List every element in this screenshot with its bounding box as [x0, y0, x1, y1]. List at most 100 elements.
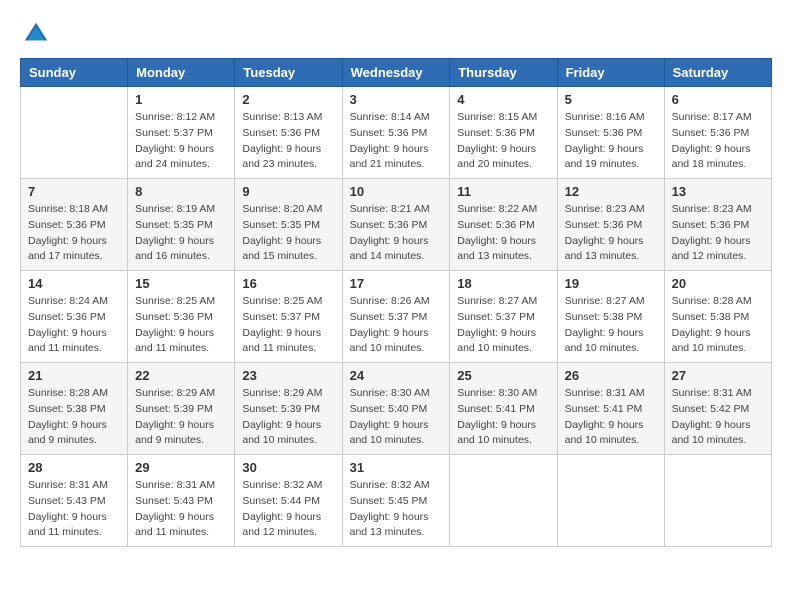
day-info: Sunrise: 8:19 AMSunset: 5:35 PMDaylight:…: [135, 202, 227, 265]
day-number: 18: [457, 276, 549, 291]
day-number: 13: [672, 184, 764, 199]
calendar-cell: 18 Sunrise: 8:27 AMSunset: 5:37 PMDaylig…: [450, 271, 557, 363]
day-info: Sunrise: 8:27 AMSunset: 5:37 PMDaylight:…: [457, 294, 549, 357]
calendar-cell: 23 Sunrise: 8:29 AMSunset: 5:39 PMDaylig…: [235, 363, 342, 455]
weekday-header: Friday: [557, 59, 664, 87]
day-number: 28: [28, 460, 120, 475]
calendar-cell: 14 Sunrise: 8:24 AMSunset: 5:36 PMDaylig…: [21, 271, 128, 363]
calendar-cell: 3 Sunrise: 8:14 AMSunset: 5:36 PMDayligh…: [342, 87, 450, 179]
calendar-cell: 20 Sunrise: 8:28 AMSunset: 5:38 PMDaylig…: [664, 271, 771, 363]
day-info: Sunrise: 8:23 AMSunset: 5:36 PMDaylight:…: [672, 202, 764, 265]
day-info: Sunrise: 8:26 AMSunset: 5:37 PMDaylight:…: [350, 294, 443, 357]
day-number: 22: [135, 368, 227, 383]
calendar-cell: 15 Sunrise: 8:25 AMSunset: 5:36 PMDaylig…: [128, 271, 235, 363]
day-info: Sunrise: 8:16 AMSunset: 5:36 PMDaylight:…: [565, 110, 657, 173]
calendar-cell: 25 Sunrise: 8:30 AMSunset: 5:41 PMDaylig…: [450, 363, 557, 455]
day-number: 29: [135, 460, 227, 475]
day-number: 5: [565, 92, 657, 107]
weekday-header: Sunday: [21, 59, 128, 87]
calendar-cell: 30 Sunrise: 8:32 AMSunset: 5:44 PMDaylig…: [235, 455, 342, 547]
day-number: 31: [350, 460, 443, 475]
weekday-header: Saturday: [664, 59, 771, 87]
day-info: Sunrise: 8:20 AMSunset: 5:35 PMDaylight:…: [242, 202, 334, 265]
calendar-cell: 11 Sunrise: 8:22 AMSunset: 5:36 PMDaylig…: [450, 179, 557, 271]
calendar-cell: 7 Sunrise: 8:18 AMSunset: 5:36 PMDayligh…: [21, 179, 128, 271]
day-number: 20: [672, 276, 764, 291]
day-number: 15: [135, 276, 227, 291]
day-info: Sunrise: 8:31 AMSunset: 5:43 PMDaylight:…: [135, 478, 227, 541]
day-info: Sunrise: 8:30 AMSunset: 5:41 PMDaylight:…: [457, 386, 549, 449]
day-number: 14: [28, 276, 120, 291]
day-info: Sunrise: 8:17 AMSunset: 5:36 PMDaylight:…: [672, 110, 764, 173]
day-number: 24: [350, 368, 443, 383]
day-number: 17: [350, 276, 443, 291]
day-number: 26: [565, 368, 657, 383]
weekday-header: Tuesday: [235, 59, 342, 87]
calendar-cell: [664, 455, 771, 547]
calendar-cell: 8 Sunrise: 8:19 AMSunset: 5:35 PMDayligh…: [128, 179, 235, 271]
calendar-cell: 1 Sunrise: 8:12 AMSunset: 5:37 PMDayligh…: [128, 87, 235, 179]
day-info: Sunrise: 8:32 AMSunset: 5:44 PMDaylight:…: [242, 478, 334, 541]
calendar-cell: 17 Sunrise: 8:26 AMSunset: 5:37 PMDaylig…: [342, 271, 450, 363]
calendar-cell: 31 Sunrise: 8:32 AMSunset: 5:45 PMDaylig…: [342, 455, 450, 547]
day-number: 10: [350, 184, 443, 199]
calendar-cell: 26 Sunrise: 8:31 AMSunset: 5:41 PMDaylig…: [557, 363, 664, 455]
calendar-cell: 22 Sunrise: 8:29 AMSunset: 5:39 PMDaylig…: [128, 363, 235, 455]
calendar-cell: 2 Sunrise: 8:13 AMSunset: 5:36 PMDayligh…: [235, 87, 342, 179]
day-info: Sunrise: 8:28 AMSunset: 5:38 PMDaylight:…: [672, 294, 764, 357]
calendar-cell: 29 Sunrise: 8:31 AMSunset: 5:43 PMDaylig…: [128, 455, 235, 547]
day-info: Sunrise: 8:12 AMSunset: 5:37 PMDaylight:…: [135, 110, 227, 173]
calendar-cell: [557, 455, 664, 547]
day-info: Sunrise: 8:30 AMSunset: 5:40 PMDaylight:…: [350, 386, 443, 449]
day-info: Sunrise: 8:21 AMSunset: 5:36 PMDaylight:…: [350, 202, 443, 265]
calendar-cell: 4 Sunrise: 8:15 AMSunset: 5:36 PMDayligh…: [450, 87, 557, 179]
weekday-header: Monday: [128, 59, 235, 87]
page-header: [20, 20, 772, 48]
day-info: Sunrise: 8:29 AMSunset: 5:39 PMDaylight:…: [135, 386, 227, 449]
day-info: Sunrise: 8:14 AMSunset: 5:36 PMDaylight:…: [350, 110, 443, 173]
day-info: Sunrise: 8:31 AMSunset: 5:43 PMDaylight:…: [28, 478, 120, 541]
day-number: 3: [350, 92, 443, 107]
day-number: 27: [672, 368, 764, 383]
day-info: Sunrise: 8:31 AMSunset: 5:41 PMDaylight:…: [565, 386, 657, 449]
logo-icon: [22, 20, 50, 48]
day-number: 30: [242, 460, 334, 475]
calendar-cell: 21 Sunrise: 8:28 AMSunset: 5:38 PMDaylig…: [21, 363, 128, 455]
day-info: Sunrise: 8:29 AMSunset: 5:39 PMDaylight:…: [242, 386, 334, 449]
day-number: 19: [565, 276, 657, 291]
calendar-cell: [450, 455, 557, 547]
day-number: 12: [565, 184, 657, 199]
calendar-cell: 10 Sunrise: 8:21 AMSunset: 5:36 PMDaylig…: [342, 179, 450, 271]
logo: [20, 20, 50, 48]
day-number: 25: [457, 368, 549, 383]
calendar-cell: 12 Sunrise: 8:23 AMSunset: 5:36 PMDaylig…: [557, 179, 664, 271]
calendar-cell: 6 Sunrise: 8:17 AMSunset: 5:36 PMDayligh…: [664, 87, 771, 179]
day-info: Sunrise: 8:31 AMSunset: 5:42 PMDaylight:…: [672, 386, 764, 449]
day-info: Sunrise: 8:25 AMSunset: 5:36 PMDaylight:…: [135, 294, 227, 357]
calendar-table: SundayMondayTuesdayWednesdayThursdayFrid…: [20, 58, 772, 547]
calendar-cell: 24 Sunrise: 8:30 AMSunset: 5:40 PMDaylig…: [342, 363, 450, 455]
day-number: 16: [242, 276, 334, 291]
day-info: Sunrise: 8:32 AMSunset: 5:45 PMDaylight:…: [350, 478, 443, 541]
day-info: Sunrise: 8:24 AMSunset: 5:36 PMDaylight:…: [28, 294, 120, 357]
day-number: 2: [242, 92, 334, 107]
day-number: 8: [135, 184, 227, 199]
day-info: Sunrise: 8:15 AMSunset: 5:36 PMDaylight:…: [457, 110, 549, 173]
day-number: 23: [242, 368, 334, 383]
day-info: Sunrise: 8:23 AMSunset: 5:36 PMDaylight:…: [565, 202, 657, 265]
day-number: 4: [457, 92, 549, 107]
day-info: Sunrise: 8:28 AMSunset: 5:38 PMDaylight:…: [28, 386, 120, 449]
day-number: 6: [672, 92, 764, 107]
calendar-cell: 16 Sunrise: 8:25 AMSunset: 5:37 PMDaylig…: [235, 271, 342, 363]
day-info: Sunrise: 8:18 AMSunset: 5:36 PMDaylight:…: [28, 202, 120, 265]
calendar-cell: 13 Sunrise: 8:23 AMSunset: 5:36 PMDaylig…: [664, 179, 771, 271]
weekday-header: Wednesday: [342, 59, 450, 87]
day-number: 21: [28, 368, 120, 383]
day-number: 7: [28, 184, 120, 199]
day-info: Sunrise: 8:25 AMSunset: 5:37 PMDaylight:…: [242, 294, 334, 357]
calendar-cell: 19 Sunrise: 8:27 AMSunset: 5:38 PMDaylig…: [557, 271, 664, 363]
calendar-cell: 27 Sunrise: 8:31 AMSunset: 5:42 PMDaylig…: [664, 363, 771, 455]
calendar-cell: 9 Sunrise: 8:20 AMSunset: 5:35 PMDayligh…: [235, 179, 342, 271]
day-info: Sunrise: 8:13 AMSunset: 5:36 PMDaylight:…: [242, 110, 334, 173]
day-info: Sunrise: 8:27 AMSunset: 5:38 PMDaylight:…: [565, 294, 657, 357]
